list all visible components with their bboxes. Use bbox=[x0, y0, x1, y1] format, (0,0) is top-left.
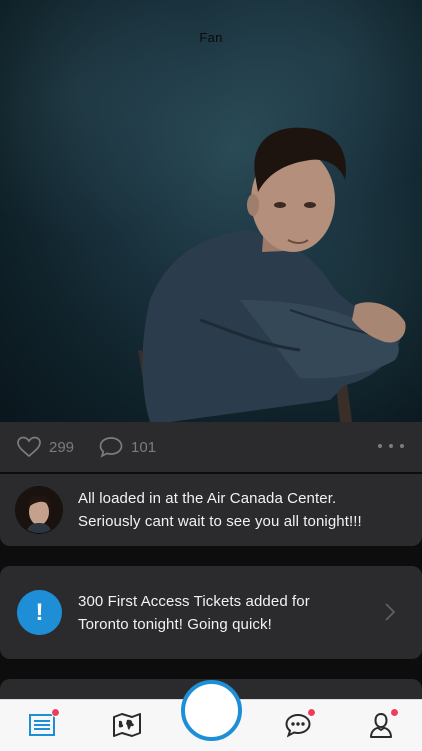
tab-chat[interactable] bbox=[283, 708, 316, 740]
tab-profile[interactable] bbox=[366, 708, 399, 740]
notification-badge bbox=[51, 708, 60, 717]
avatar-face-icon bbox=[16, 487, 62, 533]
post-action-bar: 299 101 bbox=[0, 422, 422, 472]
like-button[interactable]: 299 bbox=[16, 435, 74, 459]
hero-photo[interactable]: Fan bbox=[0, 0, 422, 422]
chevron-right-icon bbox=[385, 603, 396, 621]
like-count: 299 bbox=[49, 438, 75, 456]
comment-count: 101 bbox=[131, 438, 157, 456]
ticket-alert-card[interactable]: ! 300 First Access Tickets added for Tor… bbox=[0, 566, 422, 659]
heart-icon bbox=[17, 436, 41, 458]
world-map-icon bbox=[113, 713, 141, 737]
dot-icon bbox=[378, 444, 382, 448]
post-caption-text: All loaded in at the Air Canada Center. … bbox=[78, 490, 362, 530]
hero-title: Fan bbox=[199, 30, 223, 45]
dot-icon bbox=[389, 444, 393, 448]
alert-text: 300 First Access Tickets added for Toron… bbox=[78, 592, 310, 633]
post-caption-card[interactable]: All loaded in at the Air Canada Center. … bbox=[0, 474, 422, 546]
center-capture-button[interactable] bbox=[181, 680, 242, 741]
artist-portrait-illustration bbox=[138, 127, 406, 422]
notification-badge bbox=[307, 708, 316, 717]
more-options-button[interactable] bbox=[378, 439, 404, 453]
tab-map[interactable] bbox=[112, 710, 142, 740]
tab-feed[interactable] bbox=[27, 708, 60, 740]
notification-badge bbox=[390, 708, 399, 717]
artist-avatar bbox=[16, 487, 62, 533]
dot-icon bbox=[400, 444, 404, 448]
comment-button[interactable]: 101 bbox=[98, 435, 156, 459]
comment-bubble-icon bbox=[99, 437, 123, 458]
exclamation-icon: ! bbox=[17, 590, 62, 635]
app-screen: Fan 299 101 All loaded in at the Air Can… bbox=[0, 0, 422, 751]
